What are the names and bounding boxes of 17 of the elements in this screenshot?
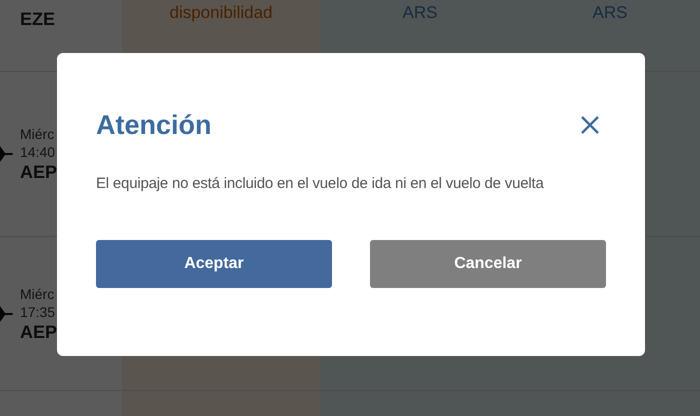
time-label: 17:35 [20, 302, 56, 320]
currency-label: ARS [402, 2, 438, 24]
currency-label: ARS [592, 2, 628, 24]
day-label: Miérc [20, 284, 54, 302]
accept-button[interactable]: Aceptar [96, 240, 332, 288]
day-label: Miérc [20, 125, 54, 143]
airplane-icon [0, 304, 14, 324]
cancel-button[interactable]: Cancelar [370, 240, 606, 288]
airport-code: EZE [20, 8, 56, 31]
airport-code: AEP [20, 320, 58, 342]
airplane-icon [0, 144, 14, 164]
time-label: 14:40 [20, 143, 56, 161]
close-icon [580, 115, 600, 135]
dialog-message: El equipaje no está incluido en el vuelo de ida ni en el vuelo de vuelta [96, 174, 545, 194]
airport-code: AEP [20, 161, 58, 183]
dialog-title: Atención [96, 109, 212, 142]
availability-label: disponibilidad [169, 2, 273, 24]
